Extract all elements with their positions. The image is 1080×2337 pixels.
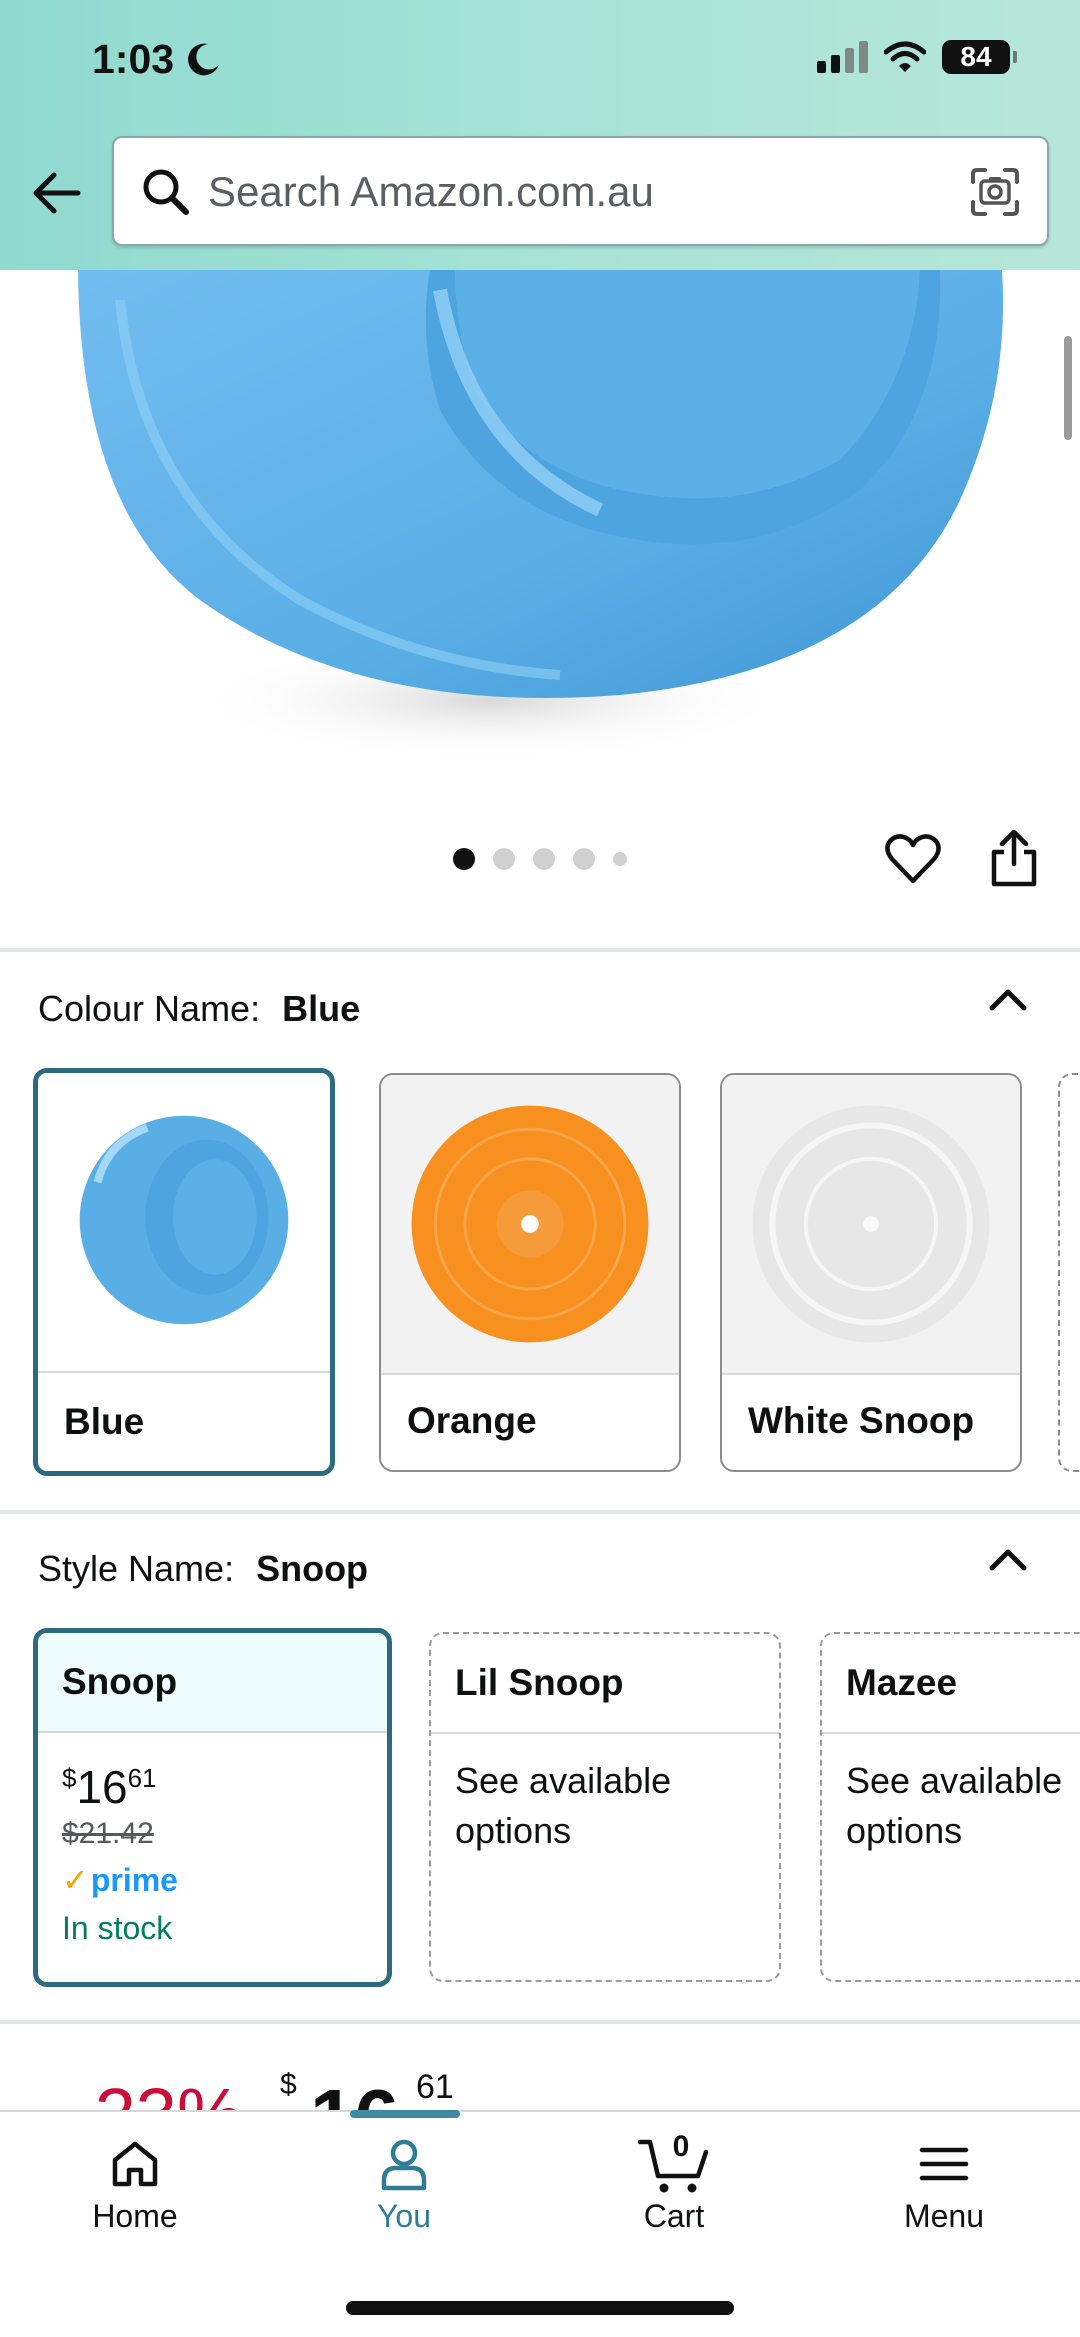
camera-search-icon[interactable] <box>969 166 1021 218</box>
chevron-up-icon[interactable] <box>988 1546 1028 1572</box>
style-card-title: Lil Snoop <box>455 1662 624 1703</box>
style-card-title: Mazee <box>846 1662 958 1703</box>
style-card-header: Lil Snoop <box>431 1634 779 1734</box>
colour-option-white-snoop[interactable]: White Snoop <box>720 1073 1022 1472</box>
cart-count: 0 <box>672 2130 690 2163</box>
nav-you[interactable]: You <box>304 2136 504 2235</box>
style-label-text: Style Name: <box>38 1548 235 1589</box>
search-input[interactable] <box>208 158 928 226</box>
prime-badge: ✓prime <box>62 1856 178 1904</box>
price-fraction: 61 <box>416 2070 454 2106</box>
heart-icon[interactable] <box>884 831 942 887</box>
swatch-label: White Snoop <box>748 1400 975 1441</box>
signal-icon <box>817 41 868 73</box>
wifi-icon <box>884 41 926 72</box>
nav-label: Cart <box>643 2198 705 2234</box>
nav-label: Menu <box>903 2198 985 2234</box>
price-fraction: 61 <box>127 1763 157 1793</box>
price-whole: 16 <box>310 2072 399 2110</box>
style-option-mazee[interactable]: Mazee See available options <box>820 1632 1080 1982</box>
home-icon <box>112 2141 158 2187</box>
nav-home[interactable]: Home <box>35 2136 235 2235</box>
nav-menu[interactable]: Menu <box>844 2136 1044 2235</box>
discount-percent: -23% <box>70 2072 243 2110</box>
price-symbol: $ <box>62 1763 77 1793</box>
style-option-lil-snoop[interactable]: Lil Snoop See available options <box>429 1632 781 1982</box>
section-divider <box>0 1510 1080 1514</box>
colour-selected-value: Blue <box>282 988 361 1029</box>
swatch-label: Orange <box>407 1400 537 1441</box>
carousel-dot[interactable] <box>453 848 475 870</box>
price-symbol: $ <box>280 2070 297 2101</box>
status-time: 1:03 <box>92 36 222 83</box>
carousel-dot[interactable] <box>533 848 555 870</box>
back-arrow-icon[interactable] <box>28 165 84 221</box>
colour-option-blue[interactable]: Blue <box>33 1068 335 1476</box>
status-indicators: 84 <box>817 40 1017 74</box>
price-summary: -23% $ 16 61 <box>70 2070 570 2110</box>
colour-name-label: Colour Name: Blue <box>38 988 360 1030</box>
time-text: 1:03 <box>92 36 175 82</box>
style-card-header: Mazee <box>822 1634 1080 1734</box>
person-icon <box>381 2139 427 2191</box>
carousel-dot[interactable] <box>573 848 595 870</box>
search-icon <box>143 169 189 215</box>
home-indicator[interactable] <box>346 2301 734 2315</box>
style-card-note: See available options <box>846 1760 1063 1851</box>
style-option-snoop[interactable]: Snoop $1661 $21.42 ✓prime In stock <box>33 1628 392 1987</box>
nav-label: You <box>377 2198 431 2234</box>
share-icon[interactable] <box>988 828 1040 888</box>
app-header: 1:03 84 <box>0 0 1080 270</box>
availability-text: In stock <box>62 1910 173 1946</box>
carousel-dot[interactable] <box>493 848 515 870</box>
style-selected-value: Snoop <box>256 1548 369 1589</box>
nav-label: Home <box>92 2198 178 2234</box>
style-card-body: $1661 $21.42 ✓prime In stock <box>62 1753 178 1952</box>
swatch-image <box>38 1073 330 1373</box>
active-tab-indicator <box>350 2110 460 2118</box>
section-divider <box>0 2020 1080 2024</box>
search-bar[interactable] <box>112 136 1049 246</box>
chevron-up-icon[interactable] <box>988 986 1028 1012</box>
style-price: $1661 <box>62 1753 178 1812</box>
style-card-note: See available options <box>455 1760 672 1851</box>
colour-option-orange[interactable]: Orange <box>379 1073 681 1472</box>
nav-cart[interactable]: 0 Cart <box>574 2130 774 2235</box>
style-card-header: Snoop <box>38 1633 387 1733</box>
carousel-dot[interactable] <box>613 852 627 866</box>
price-whole: 16 <box>76 1761 128 1813</box>
list-price: $21.42 <box>62 1817 154 1850</box>
prime-text: prime <box>90 1862 178 1898</box>
section-divider <box>0 948 1080 952</box>
colour-label-text: Colour Name: <box>38 988 261 1029</box>
battery-icon: 84 <box>942 40 1017 74</box>
moon-icon <box>188 43 219 75</box>
style-card-title: Snoop <box>62 1661 178 1702</box>
swatch-label: Blue <box>64 1401 145 1442</box>
prime-check-icon: ✓ <box>62 1862 89 1898</box>
menu-icon <box>919 2147 969 2181</box>
scrollbar[interactable] <box>1064 336 1072 440</box>
colour-option-more[interactable] <box>1058 1073 1080 1472</box>
swatch-image <box>722 1075 1020 1375</box>
swatch-image <box>381 1075 679 1375</box>
style-name-label: Style Name: Snoop <box>38 1548 368 1590</box>
